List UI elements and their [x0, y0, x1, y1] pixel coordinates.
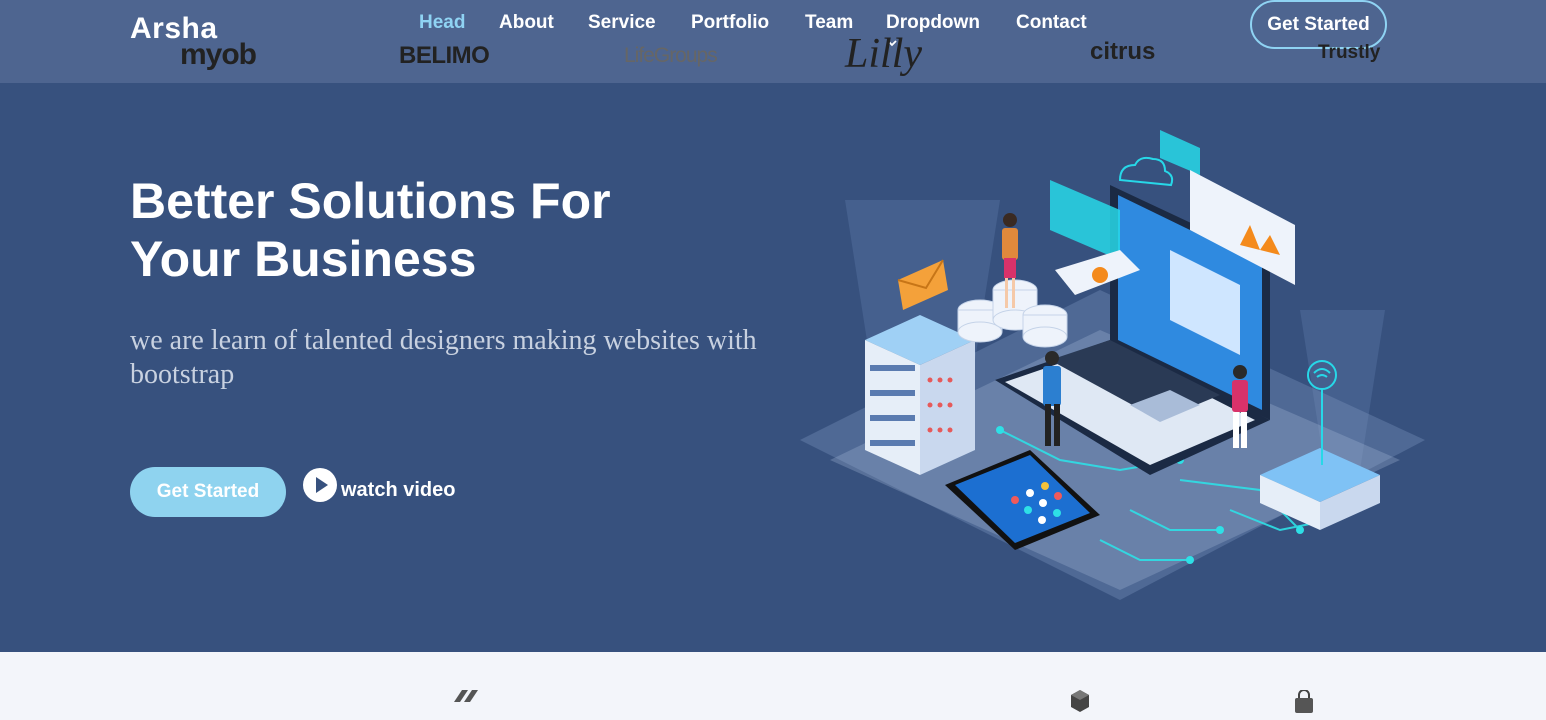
nav-item-head[interactable]: Head: [419, 12, 465, 34]
citrus-cube-icon: [1071, 690, 1089, 712]
client-logo-belimo: BELIMO: [399, 42, 490, 69]
client-logo-lilly: Lilly: [845, 31, 923, 77]
hero-title-line-2: Your Business: [130, 231, 477, 287]
hero-get-started-button[interactable]: Get Started: [130, 467, 286, 517]
client-logo-lifegroups: LifeGroups: [624, 44, 718, 67]
client-logo-citrus: citrus: [1090, 38, 1156, 65]
hero-title: Better Solutions For Your Business: [130, 172, 750, 288]
client-logo-myob: myob: [180, 38, 257, 71]
nav-item-service[interactable]: Service: [588, 12, 656, 34]
hero-illustration: [800, 130, 1425, 600]
nav-item-portfolio[interactable]: Portfolio: [691, 12, 769, 34]
watch-video-link[interactable]: watch video: [303, 468, 455, 502]
shopping-bag-icon: [1295, 690, 1313, 713]
client-logo-trustly: Trustly: [1318, 42, 1381, 63]
nav-item-contact[interactable]: Contact: [1016, 12, 1087, 34]
belimo-mark-icon: [454, 690, 478, 702]
play-icon[interactable]: [303, 468, 337, 502]
nav-item-about[interactable]: About: [499, 12, 554, 34]
watch-video-label[interactable]: watch video: [341, 479, 455, 502]
hero-title-line-1: Better Solutions For: [130, 173, 611, 229]
hero-subtitle: we are learn of talented designers makin…: [130, 325, 757, 390]
clients-section: [0, 652, 1546, 720]
